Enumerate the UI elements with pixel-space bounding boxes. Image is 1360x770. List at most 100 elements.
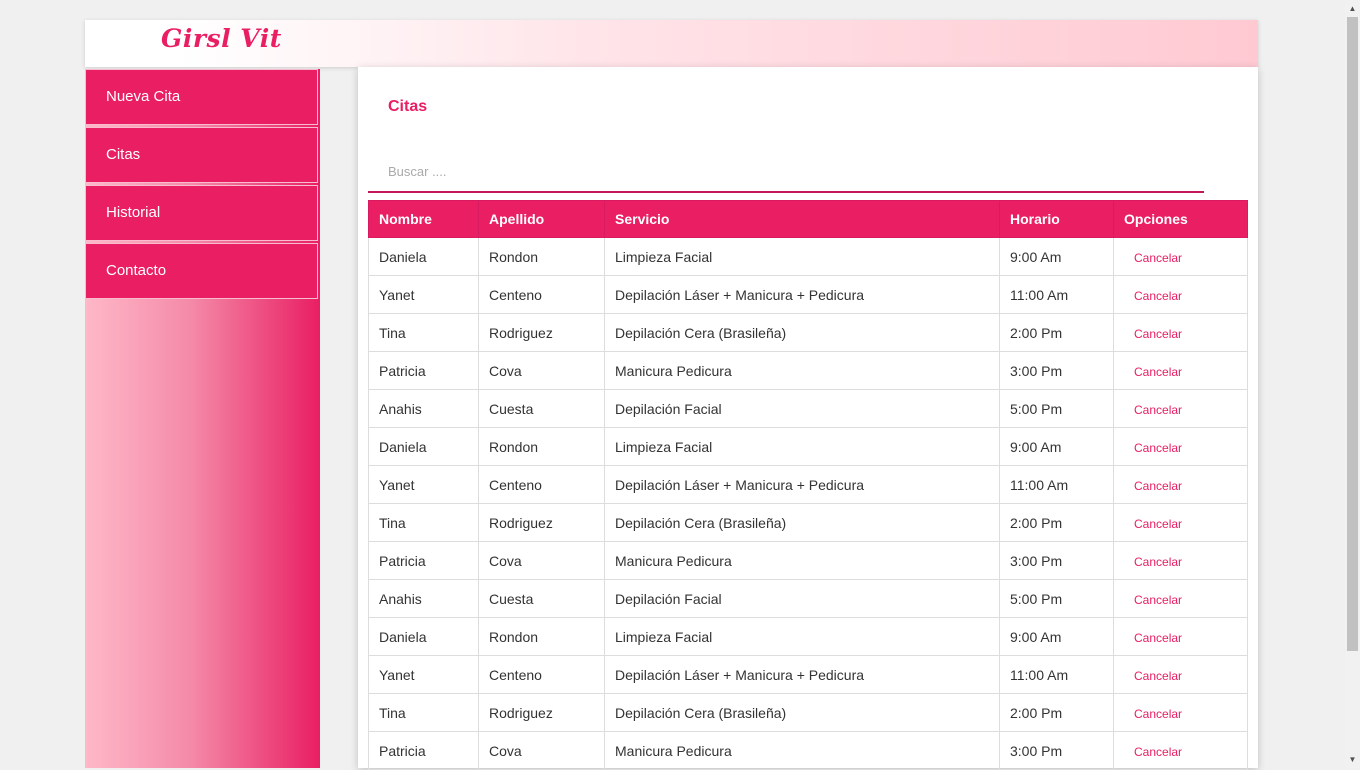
cancel-link[interactable]: Cancelar: [1134, 631, 1182, 645]
cell-horario: 11:00 Am: [999, 655, 1114, 694]
cell-servicio: Limpieza Facial: [604, 237, 1000, 276]
cell-nombre: Daniela: [368, 617, 479, 656]
sidebar-item-citas[interactable]: Citas: [85, 127, 318, 183]
sidebar: Nueva Cita Citas Historial Contacto: [85, 69, 320, 768]
cell-servicio: Limpieza Facial: [604, 617, 1000, 656]
table-row: Yanet Centeno Depilación Láser + Manicura …: [368, 655, 1248, 694]
cell-horario: 3:00 Pm: [999, 541, 1114, 580]
cancel-link[interactable]: Cancelar: [1134, 441, 1182, 455]
page-scrollbar[interactable]: ▲ ▼: [1345, 0, 1360, 768]
table-row: Daniela Rondon Limpieza Facial 9:00 Am Cance…: [368, 617, 1248, 656]
cancel-link[interactable]: Cancelar: [1134, 289, 1182, 303]
cell-nombre: Tina: [368, 503, 479, 542]
cell-opciones: Cancelar: [1113, 389, 1248, 428]
cell-nombre: Yanet: [368, 465, 479, 504]
table-row: Yanet Centeno Depilación Láser + Manicura …: [368, 275, 1248, 314]
table-row: Anahis Cuesta Depilación Facial 5:00 Pm Canc…: [368, 389, 1248, 428]
cell-servicio: Depilación Cera (Brasileña): [604, 313, 1000, 352]
cell-apellido: Rodriguez: [478, 313, 605, 352]
column-header-nombre[interactable]: Nombre: [368, 200, 479, 238]
cell-nombre: Anahis: [368, 579, 479, 618]
cell-apellido: Rondon: [478, 237, 605, 276]
table-row: Daniela Rondon Limpieza Facial 9:00 Am Cance…: [368, 427, 1248, 466]
cancel-link[interactable]: Cancelar: [1134, 555, 1182, 569]
cell-opciones: Cancelar: [1113, 465, 1248, 504]
cell-servicio: Depilación Facial: [604, 579, 1000, 618]
column-header-opciones: Opciones: [1113, 200, 1248, 238]
cancel-link[interactable]: Cancelar: [1134, 745, 1182, 759]
cell-nombre: Daniela: [368, 237, 479, 276]
cell-opciones: Cancelar: [1113, 427, 1248, 466]
cell-opciones: Cancelar: [1113, 541, 1248, 580]
cell-nombre: Patricia: [368, 541, 479, 580]
table-row: Tina Rodriguez Depilación Cera (Brasileña)…: [368, 313, 1248, 352]
cell-servicio: Manicura Pedicura: [604, 351, 1000, 390]
cell-apellido: Centeno: [478, 465, 605, 504]
scroll-up-arrow-icon[interactable]: ▲: [1348, 4, 1357, 13]
cancel-link[interactable]: Cancelar: [1134, 365, 1182, 379]
cell-horario: 3:00 Pm: [999, 731, 1114, 770]
cell-opciones: Cancelar: [1113, 237, 1248, 276]
cancel-link[interactable]: Cancelar: [1134, 403, 1182, 417]
cell-opciones: Cancelar: [1113, 313, 1248, 352]
cell-nombre: Yanet: [368, 275, 479, 314]
sidebar-item-historial[interactable]: Historial: [85, 185, 318, 241]
cell-apellido: Rodriguez: [478, 693, 605, 732]
column-header-apellido[interactable]: Apellido: [478, 200, 605, 238]
cell-servicio: Depilación Cera (Brasileña): [604, 693, 1000, 732]
cancel-link[interactable]: Cancelar: [1134, 669, 1182, 683]
page-title: Citas: [388, 98, 428, 115]
search-input[interactable]: [368, 151, 1204, 193]
cancel-link[interactable]: Cancelar: [1134, 327, 1182, 341]
cell-apellido: Rodriguez: [478, 503, 605, 542]
table-row: Tina Rodriguez Depilación Cera (Brasileña)…: [368, 693, 1248, 732]
cell-apellido: Centeno: [478, 275, 605, 314]
cancel-link[interactable]: Cancelar: [1134, 707, 1182, 721]
cell-nombre: Patricia: [368, 731, 479, 770]
cell-servicio: Depilación Láser + Manicura + Pedicura: [604, 275, 1000, 314]
scroll-down-arrow-icon[interactable]: ▼: [1348, 755, 1357, 764]
brand-logo[interactable]: Girsl Vit: [161, 24, 282, 53]
cell-nombre: Tina: [368, 693, 479, 732]
cell-apellido: Cova: [478, 541, 605, 580]
cell-apellido: Cuesta: [478, 389, 605, 428]
cell-horario: 9:00 Am: [999, 237, 1114, 276]
cell-nombre: Daniela: [368, 427, 479, 466]
cell-nombre: Tina: [368, 313, 479, 352]
scrollbar-thumb[interactable]: [1347, 17, 1358, 651]
cell-opciones: Cancelar: [1113, 579, 1248, 618]
cell-servicio: Depilación Cera (Brasileña): [604, 503, 1000, 542]
cell-apellido: Cuesta: [478, 579, 605, 618]
column-header-servicio[interactable]: Servicio: [604, 200, 1000, 238]
cell-apellido: Centeno: [478, 655, 605, 694]
sidebar-item-nueva-cita[interactable]: Nueva Cita: [85, 69, 318, 125]
cell-opciones: Cancelar: [1113, 351, 1248, 390]
cancel-link[interactable]: Cancelar: [1134, 517, 1182, 531]
column-header-horario[interactable]: Horario: [999, 200, 1114, 238]
cell-nombre: Patricia: [368, 351, 479, 390]
cell-opciones: Cancelar: [1113, 655, 1248, 694]
sidebar-item-contacto[interactable]: Contacto: [85, 243, 318, 299]
cell-opciones: Cancelar: [1113, 275, 1248, 314]
cell-servicio: Limpieza Facial: [604, 427, 1000, 466]
table-row: Tina Rodriguez Depilación Cera (Brasileña)…: [368, 503, 1248, 542]
cell-servicio: Depilación Facial: [604, 389, 1000, 428]
cell-horario: 3:00 Pm: [999, 351, 1114, 390]
table-row: Patricia Cova Manicura Pedicura 3:00 Pm Canc…: [368, 351, 1248, 390]
table-header-row: Nombre Apellido Servicio Horario Opcione…: [368, 200, 1248, 238]
cell-opciones: Cancelar: [1113, 693, 1248, 732]
cell-horario: 11:00 Am: [999, 275, 1114, 314]
cancel-link[interactable]: Cancelar: [1134, 479, 1182, 493]
table-row: Patricia Cova Manicura Pedicura 3:00 Pm Canc…: [368, 541, 1248, 580]
app-header: Girsl Vit: [85, 20, 1258, 67]
cell-apellido: Cova: [478, 351, 605, 390]
cell-horario: 2:00 Pm: [999, 313, 1114, 352]
table-row: Patricia Cova Manicura Pedicura 3:00 Pm Canc…: [368, 731, 1248, 770]
cell-nombre: Yanet: [368, 655, 479, 694]
cancel-link[interactable]: Cancelar: [1134, 251, 1182, 265]
cell-opciones: Cancelar: [1113, 503, 1248, 542]
cell-servicio: Manicura Pedicura: [604, 541, 1000, 580]
cell-nombre: Anahis: [368, 389, 479, 428]
table-body: Daniela Rondon Limpieza Facial 9:00 Am Cance…: [368, 237, 1248, 770]
cancel-link[interactable]: Cancelar: [1134, 593, 1182, 607]
